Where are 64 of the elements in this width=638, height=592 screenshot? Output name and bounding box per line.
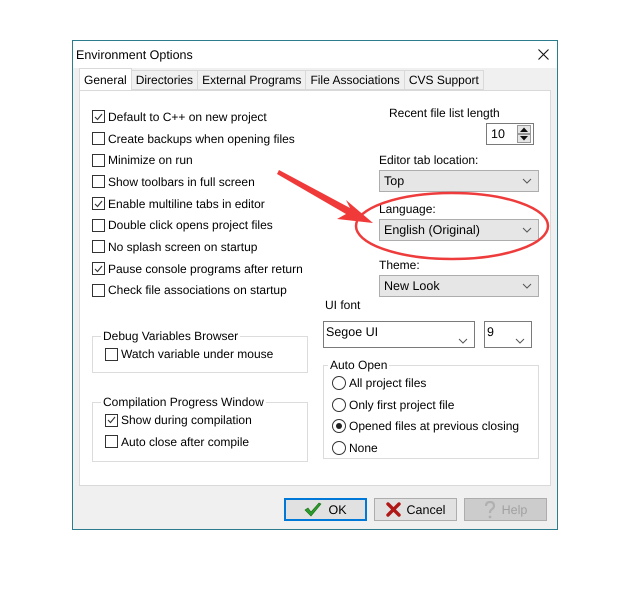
checkbox-label: No splash screen on startup bbox=[108, 240, 258, 254]
radio-button[interactable] bbox=[332, 419, 346, 434]
checkbox-label: Pause console programs after return bbox=[108, 262, 303, 276]
checkbox[interactable] bbox=[92, 284, 105, 297]
font-dropdown[interactable]: Segoe UI bbox=[323, 321, 475, 348]
dropdown[interactable]: New Look bbox=[379, 275, 539, 297]
checkbox[interactable] bbox=[92, 175, 105, 188]
checkbox-label: Create backups when opening files bbox=[108, 132, 295, 146]
checkbox[interactable] bbox=[105, 435, 118, 448]
cross-icon bbox=[386, 502, 401, 517]
chevron-icon bbox=[522, 283, 532, 289]
tab[interactable]: File Associations bbox=[305, 70, 405, 90]
close-icon[interactable] bbox=[538, 49, 549, 60]
window-title: Environment Options bbox=[76, 48, 193, 62]
radio-label: Only first project file bbox=[349, 398, 454, 412]
checkbox[interactable] bbox=[105, 414, 118, 427]
dialog-button[interactable]: Cancel bbox=[374, 498, 457, 521]
field-label: Theme: bbox=[379, 258, 420, 274]
checkbox-label: Check file associations on startup bbox=[108, 283, 287, 298]
group-title: Auto Open bbox=[329, 358, 388, 372]
field-label: UI font bbox=[325, 298, 360, 314]
chevron-icon bbox=[522, 227, 532, 233]
check-icon bbox=[304, 502, 322, 517]
checkbox[interactable] bbox=[92, 218, 105, 232]
checkbox-label: Default to C++ on new project bbox=[108, 110, 267, 124]
chevron-icon bbox=[458, 338, 468, 344]
checkbox[interactable] bbox=[92, 132, 105, 146]
field-label: Language: bbox=[379, 202, 436, 218]
checkbox-label: Enable multiline tabs in editor bbox=[108, 196, 265, 211]
checkbox-label: Auto close after compile bbox=[121, 434, 250, 449]
checkbox-label: Minimize on run bbox=[108, 153, 193, 168]
field-label: Recent file list length bbox=[389, 106, 500, 122]
checkbox[interactable] bbox=[92, 110, 105, 124]
spinner-arrows-icon[interactable] bbox=[517, 125, 531, 143]
field-label: Editor tab location: bbox=[379, 153, 478, 169]
checkbox-label: Double click opens project files bbox=[108, 218, 273, 232]
radio-label: All project files bbox=[349, 376, 426, 390]
radio-button[interactable] bbox=[332, 398, 346, 412]
checkbox[interactable] bbox=[92, 240, 105, 254]
checkbox-label: Show during compilation bbox=[121, 413, 252, 428]
tab[interactable]: General bbox=[79, 68, 132, 90]
tab[interactable]: CVS Support bbox=[404, 70, 484, 90]
number-field[interactable]: 10 bbox=[486, 123, 534, 145]
radio-label: None bbox=[349, 440, 378, 455]
checkbox-label: Show toolbars in full screen bbox=[108, 174, 255, 189]
checkbox[interactable] bbox=[92, 197, 105, 210]
radio-button[interactable] bbox=[332, 376, 346, 390]
tab[interactable]: Directories bbox=[130, 70, 198, 90]
question-mark-icon bbox=[484, 500, 496, 518]
size-dropdown[interactable]: 9 bbox=[484, 321, 532, 348]
checkbox-label: Watch variable under mouse bbox=[121, 347, 274, 362]
radio-label: Opened files at previous closing bbox=[349, 419, 520, 434]
checkbox[interactable] bbox=[92, 262, 105, 276]
dropdown[interactable]: Top bbox=[379, 170, 539, 192]
checkbox[interactable] bbox=[105, 348, 118, 361]
chevron-icon bbox=[522, 178, 532, 184]
checkbox[interactable] bbox=[92, 154, 105, 167]
dropdown[interactable]: English (Original) bbox=[379, 219, 539, 241]
chevron-icon bbox=[515, 338, 525, 344]
dialog-button[interactable]: OK bbox=[284, 498, 367, 521]
tab[interactable]: External Programs bbox=[197, 70, 306, 90]
group-title: Debug Variables Browser bbox=[102, 329, 240, 344]
radio-button[interactable] bbox=[332, 440, 346, 455]
group-title: Compilation Progress Window bbox=[102, 395, 265, 410]
